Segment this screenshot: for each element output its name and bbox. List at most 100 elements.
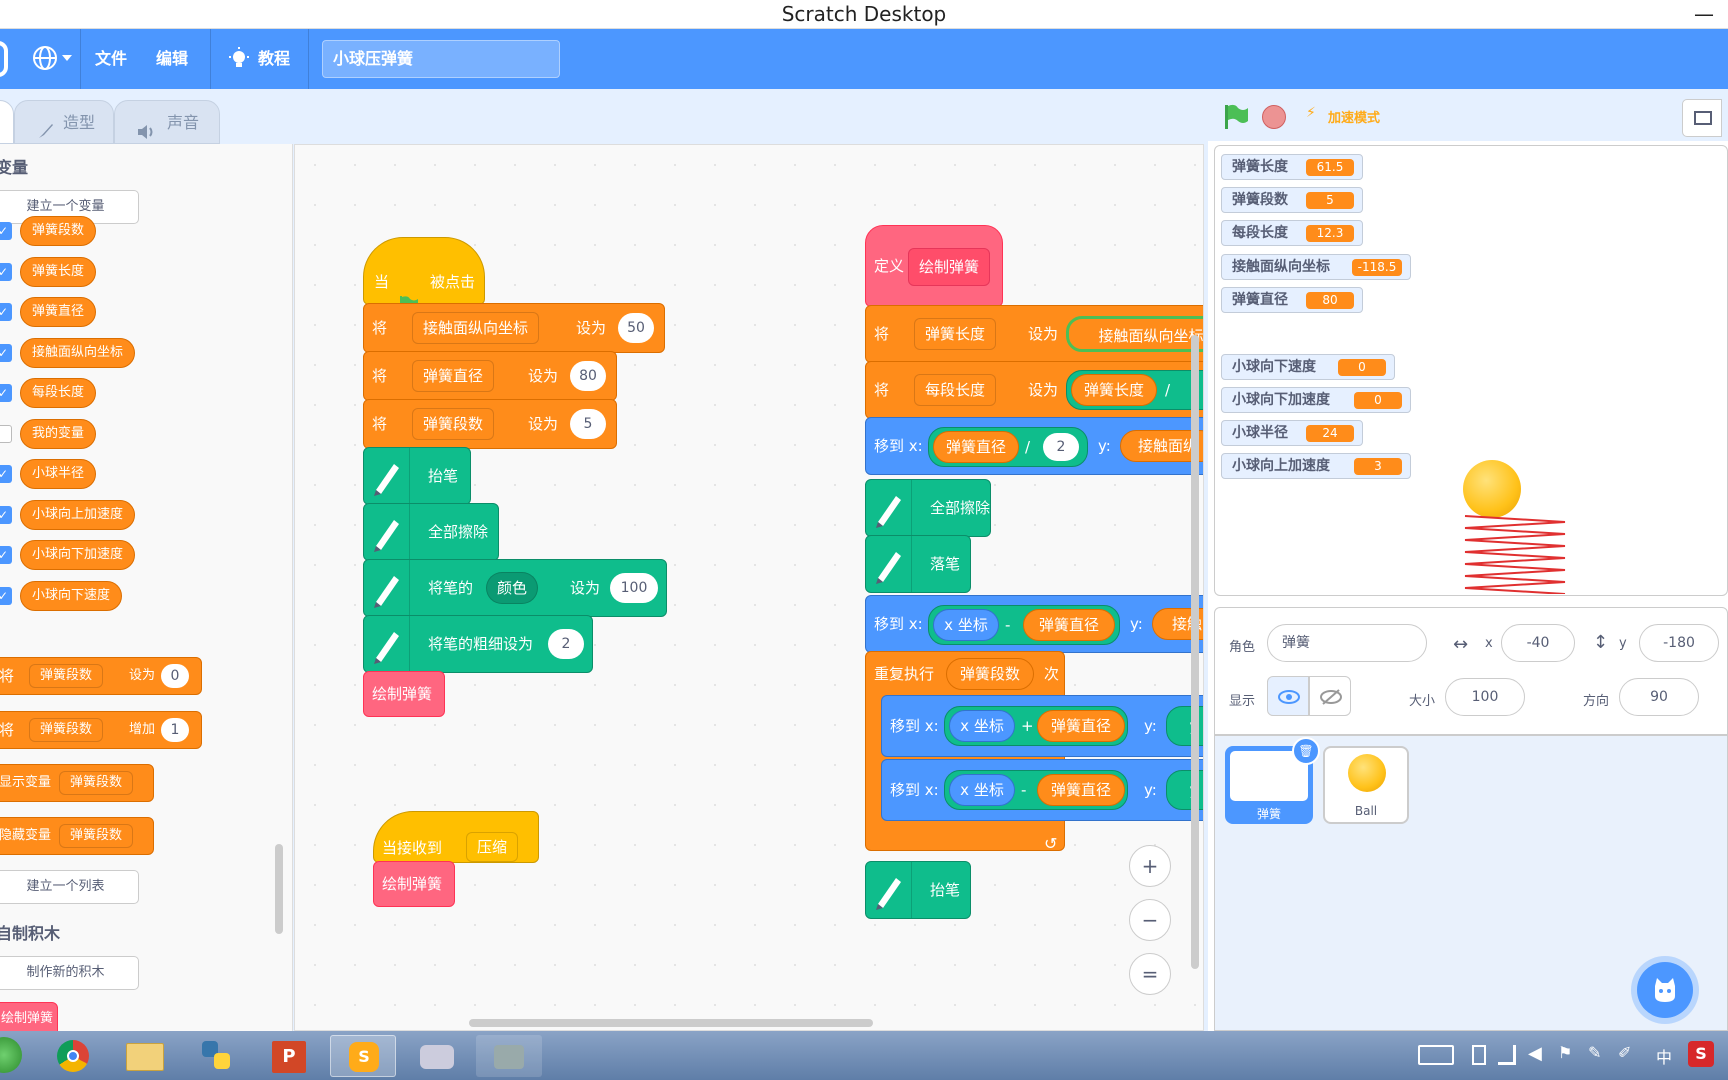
battery-icon[interactable] xyxy=(1472,1045,1486,1065)
xposition-reporter[interactable]: x 坐标 xyxy=(949,774,1015,806)
taskbar-python-icon[interactable] xyxy=(184,1035,250,1077)
xposition-reporter[interactable]: x 坐标 xyxy=(949,710,1015,742)
variable-checkbox[interactable]: ✓ xyxy=(0,262,12,281)
palette-set-variable-block[interactable]: 将 弹簧段数 设为 0 xyxy=(0,657,202,695)
when-receive-hat[interactable]: 当接收到 压缩 xyxy=(373,811,539,863)
variable-monitor[interactable]: 小球向下加速度 0 xyxy=(1221,387,1411,413)
taskbar-scratch-icon[interactable]: S xyxy=(330,1035,396,1077)
sogou-input-icon[interactable]: S xyxy=(1688,1041,1714,1067)
sprite-thumbnail-ball[interactable]: Ball xyxy=(1323,746,1409,824)
set-variable-block[interactable]: 将 弹簧段数 设为 5 xyxy=(363,399,617,449)
value-input[interactable]: 80 xyxy=(570,361,606,391)
x-input[interactable]: -40 xyxy=(1501,624,1575,662)
script-workspace[interactable]: 当 被点击 将 接触面纵向坐标 设为 50 将 弹簧直径 设为 80 将 弹簧段… xyxy=(294,144,1204,1031)
menu-file[interactable]: 文件 xyxy=(95,29,127,89)
palette-scrollbar[interactable] xyxy=(275,844,283,934)
variable-reporter[interactable]: 弹簧直径 xyxy=(1037,710,1125,742)
value-input[interactable]: 5 xyxy=(570,409,606,439)
menu-tutorials[interactable]: 教程 xyxy=(258,29,290,89)
when-flag-clicked-hat[interactable]: 当 被点击 xyxy=(363,237,485,316)
variable-reporter[interactable]: 每段长度 xyxy=(20,378,97,408)
define-block-hat[interactable]: 定义 绘制弹簧 xyxy=(865,225,1003,307)
project-title-input[interactable]: 小球压弹簧 xyxy=(322,40,560,78)
value-input[interactable]: 100 xyxy=(610,573,658,603)
variable-dropdown[interactable]: 弹簧段数 xyxy=(29,664,104,688)
variable-reporter[interactable]: 小球半径 xyxy=(20,459,97,489)
make-list-button[interactable]: 建立一个列表 xyxy=(0,870,139,904)
operator-reporter[interactable]: 弹簧长度 / xyxy=(1066,370,1203,410)
direction-input[interactable]: 90 xyxy=(1619,678,1699,716)
taskbar-explorer-icon[interactable] xyxy=(112,1035,178,1077)
goto-xy-block[interactable]: 移到 x: x 坐标 + 弹簧直径 y: y xyxy=(881,695,1203,757)
variable-monitor[interactable]: 弹簧长度 61.5 xyxy=(1221,154,1363,180)
variable-checkbox[interactable]: ✓ xyxy=(0,586,12,605)
variable-checkbox[interactable]: ✓ xyxy=(0,384,12,402)
tray-app-icon[interactable]: ✎ xyxy=(1588,1043,1601,1062)
value-input[interactable]: 2 xyxy=(1043,433,1079,461)
xposition-reporter[interactable]: x 坐标 xyxy=(933,609,999,641)
menu-edit[interactable]: 编辑 xyxy=(156,29,188,89)
variable-checkbox[interactable]: ✓ xyxy=(0,505,12,524)
variable-reporter[interactable]: 小球向上加速度 xyxy=(20,499,136,530)
variable-reporter[interactable]: 弹簧直径 xyxy=(1037,774,1125,806)
variable-monitor[interactable]: 弹簧直径 80 xyxy=(1221,287,1363,313)
variable-monitor[interactable]: 弹簧段数 5 xyxy=(1221,187,1363,213)
language-globe-icon[interactable] xyxy=(32,45,58,71)
y-input[interactable]: -180 xyxy=(1639,624,1719,662)
value-input[interactable]: 0 xyxy=(161,664,189,688)
variable-monitor[interactable]: 小球向下速度 0 xyxy=(1221,354,1395,380)
goto-xy-block[interactable]: 移到 x: x 坐标 - 弹簧直径 y: 接触 xyxy=(865,595,1203,653)
variable-reporter[interactable]: 我的变量 xyxy=(20,418,97,449)
variable-dropdown[interactable]: 弹簧段数 xyxy=(29,718,104,742)
volume-icon[interactable]: ◀ xyxy=(1528,1043,1542,1064)
sprite-name-input[interactable]: 弹簧 xyxy=(1267,624,1427,662)
define-name-block[interactable]: 绘制弹簧 xyxy=(908,248,991,286)
variable-reporter[interactable]: 接触面纵向坐标 xyxy=(20,337,136,368)
goto-xy-block[interactable]: 移到 x: 弹簧直径 / 2 y: 接触面纵 xyxy=(865,417,1203,475)
add-sprite-cat-icon[interactable] xyxy=(1637,962,1693,1018)
variable-checkbox[interactable] xyxy=(0,424,12,443)
variable-dropdown[interactable]: 弹簧段数 xyxy=(59,771,134,795)
set-pen-size-block[interactable]: 将笔的粗细设为 2 xyxy=(363,615,593,673)
palette-change-variable-block[interactable]: 将 弹簧段数 增加 1 xyxy=(0,711,202,749)
variable-monitor[interactable]: 小球向上加速度 3 xyxy=(1221,453,1411,479)
variable-reporter[interactable]: 弹簧长度 xyxy=(20,256,97,287)
value-input[interactable]: 2 xyxy=(548,629,584,659)
minimize-button[interactable]: — xyxy=(1694,0,1714,29)
set-variable-block[interactable]: 将 每段长度 设为 弹簧长度 / xyxy=(865,361,1203,419)
ball-sprite[interactable] xyxy=(1463,460,1521,518)
variable-checkbox[interactable]: ✓ xyxy=(0,343,12,362)
workspace-vertical-scrollbar[interactable] xyxy=(1191,335,1199,969)
variable-monitor[interactable]: 每段长度 12.3 xyxy=(1221,220,1363,246)
variable-dropdown[interactable]: 弹簧段数 xyxy=(412,408,495,440)
variable-reporter[interactable]: 弹簧直径 xyxy=(933,431,1019,463)
variable-checkbox[interactable]: ✓ xyxy=(0,303,12,321)
variable-reporter[interactable]: 弹簧段数 xyxy=(20,216,97,246)
operator-reporter[interactable]: x 坐标 + 弹簧直径 xyxy=(944,706,1128,746)
operator-reporter[interactable]: 弹簧直径 / 2 xyxy=(928,427,1088,467)
clear-block[interactable]: 全部擦除 xyxy=(363,503,499,561)
variable-dropdown[interactable]: 弹簧段数 xyxy=(59,824,134,848)
make-block-button[interactable]: 制作新的积木 xyxy=(0,956,139,990)
tutorial-lightbulb-icon[interactable] xyxy=(228,47,250,71)
palette-show-variable-block[interactable]: 显示变量 弹簧段数 xyxy=(0,764,154,802)
ime-indicator[interactable]: 中 xyxy=(1656,1044,1672,1068)
flag-alert-icon[interactable]: ⚑ xyxy=(1558,1043,1572,1062)
variable-dropdown[interactable]: 弹簧长度 xyxy=(914,318,997,350)
clear-block[interactable]: 全部擦除 xyxy=(865,479,991,537)
operator-reporter[interactable]: x 坐标 - 弹簧直径 xyxy=(928,605,1120,645)
operator-reporter[interactable]: x 坐标 - 弹簧直径 xyxy=(944,770,1128,810)
set-variable-block[interactable]: 将 接触面纵向坐标 设为 50 xyxy=(363,303,665,353)
variable-reporter[interactable]: 接触面纵向坐标 xyxy=(1066,316,1203,352)
hide-button[interactable] xyxy=(1309,676,1351,716)
zoom-reset-button[interactable]: = xyxy=(1129,953,1171,995)
variable-dropdown[interactable]: 每段长度 xyxy=(914,374,997,406)
keyboard-icon[interactable] xyxy=(1418,1045,1454,1065)
spring-sprite[interactable] xyxy=(1463,514,1567,594)
variable-reporter[interactable]: 小球向下速度 xyxy=(20,580,123,611)
palette-hide-variable-block[interactable]: 隐藏变量 弹簧段数 xyxy=(0,817,154,855)
set-variable-block[interactable]: 将 弹簧直径 设为 80 xyxy=(363,351,617,401)
tab-costumes[interactable]: 造型 xyxy=(14,100,114,144)
stop-icon[interactable] xyxy=(1262,105,1286,129)
delete-sprite-trash-icon[interactable]: 🗑 xyxy=(1292,737,1320,765)
